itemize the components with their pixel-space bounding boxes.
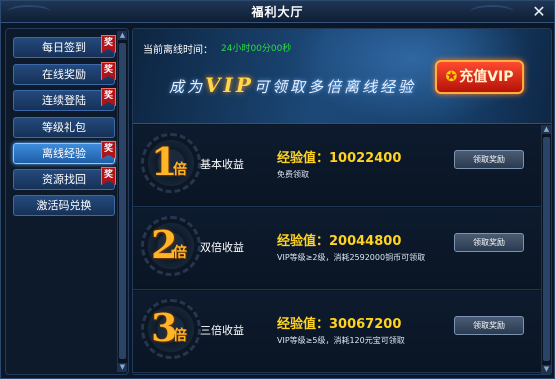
sidebar-item-offline-exp[interactable]: 离线经验 奖 bbox=[13, 141, 116, 164]
claim-condition: VIP等级≥2级，消耗2592000铜币可领取 bbox=[277, 253, 426, 262]
sidebar-scrollbar[interactable]: ▲ ▼ bbox=[117, 31, 127, 372]
claim-reward-button[interactable]: 领取奖励 bbox=[454, 316, 524, 335]
sidebar-item-daily-signin[interactable]: 每日签到 奖 bbox=[13, 35, 116, 58]
reward-badge-icon: 奖 bbox=[101, 167, 116, 185]
offline-time-value: 24小时00分00秒 bbox=[221, 44, 292, 54]
sidebar-item-label: 激活码兑换 bbox=[36, 199, 92, 212]
multiplier-unit: 倍 bbox=[173, 328, 187, 344]
sidebar-item-label: 等级礼包 bbox=[42, 121, 86, 134]
recharge-vip-label: 充值VIP bbox=[459, 69, 514, 85]
sidebar-item-consecutive-login[interactable]: 连续登陆 奖 bbox=[13, 88, 116, 111]
sidebar-item-label: 连续登陆 bbox=[42, 94, 86, 107]
reward-badge-icon: 奖 bbox=[101, 62, 116, 80]
scroll-up-icon[interactable]: ▲ bbox=[542, 125, 551, 134]
recharge-vip-button[interactable]: ✪ 充值VIP bbox=[435, 60, 524, 94]
sidebar: 每日签到 奖 在线奖励 奖 连续登陆 奖 等级礼包 离线经验 奖 资源找回 奖 … bbox=[5, 28, 129, 375]
claim-reward-button[interactable]: 领取奖励 bbox=[454, 233, 524, 252]
welfare-hall-window: 福利大厅 ✕ 每日签到 奖 在线奖励 奖 连续登陆 奖 等级礼包 离线经验 奖 … bbox=[0, 0, 555, 379]
sidebar-scroll-thumb[interactable] bbox=[119, 43, 126, 359]
reward-row: 1 倍 基本收益 经验值：10022400 免费领取 领取奖励 bbox=[133, 125, 541, 207]
reward-row: 2 倍 双倍收益 经验值：20044800 VIP等级≥2级，消耗2592000… bbox=[133, 208, 541, 290]
reward-list: 1 倍 基本收益 经验值：10022400 免费领取 领取奖励 2 倍 双倍收益… bbox=[133, 125, 541, 374]
multiplier-unit: 倍 bbox=[173, 162, 187, 178]
reward-badge-icon: 奖 bbox=[101, 88, 116, 106]
window-title: 福利大厅 bbox=[251, 5, 304, 19]
vip-banner: 当前离线时间： 24小时00分00秒 成为VIP可领取多倍离线经验 ✪ 充值VIP bbox=[133, 29, 551, 124]
reward-badge-icon: 奖 bbox=[101, 35, 116, 53]
multiplier-unit: 倍 bbox=[173, 245, 187, 261]
reward-row: 3 倍 三倍收益 经验值：30067200 VIP等级≥5级，消耗120元宝可领… bbox=[133, 291, 541, 373]
title-bar: 福利大厅 ✕ bbox=[1, 1, 554, 23]
sidebar-item-label: 在线奖励 bbox=[42, 68, 86, 81]
exp-value: 经验值：10022400 bbox=[277, 151, 402, 166]
close-icon[interactable]: ✕ bbox=[530, 3, 548, 21]
reward-scroll-thumb[interactable] bbox=[543, 137, 550, 361]
scroll-up-icon[interactable]: ▲ bbox=[118, 31, 127, 40]
slogan-prefix: 成为 bbox=[169, 78, 206, 96]
title-ornament-left bbox=[7, 5, 51, 19]
claim-reward-button[interactable]: 领取奖励 bbox=[454, 150, 524, 169]
sidebar-item-label: 离线经验 bbox=[42, 147, 86, 160]
claim-condition: 免费领取 bbox=[277, 170, 309, 179]
reward-type: 三倍收益 bbox=[200, 324, 244, 337]
sidebar-item-label: 资源找回 bbox=[42, 173, 86, 186]
reward-type: 双倍收益 bbox=[200, 241, 244, 254]
reward-badge-icon: 奖 bbox=[101, 141, 116, 159]
coin-icon: ✪ bbox=[445, 69, 458, 85]
offline-exp-panel: 当前离线时间： 24小时00分00秒 成为VIP可领取多倍离线经验 ✪ 充值VIP… bbox=[132, 28, 552, 375]
exp-value: 经验值：30067200 bbox=[277, 317, 402, 332]
sidebar-item-level-gift[interactable]: 等级礼包 bbox=[13, 117, 115, 138]
scroll-down-icon[interactable]: ▼ bbox=[542, 365, 551, 374]
scroll-down-icon[interactable]: ▼ bbox=[118, 363, 127, 372]
sidebar-item-online-reward[interactable]: 在线奖励 奖 bbox=[13, 62, 116, 85]
slogan-vip: VIP bbox=[205, 73, 254, 97]
exp-value: 经验值：20044800 bbox=[277, 234, 402, 249]
reward-list-scrollbar[interactable]: ▲ ▼ bbox=[541, 125, 551, 374]
title-ornament-right bbox=[470, 5, 514, 19]
sidebar-item-resource-recovery[interactable]: 资源找回 奖 bbox=[13, 167, 116, 190]
sidebar-item-label: 每日签到 bbox=[42, 41, 86, 54]
reward-type: 基本收益 bbox=[200, 158, 244, 171]
claim-condition: VIP等级≥5级，消耗120元宝可领取 bbox=[277, 336, 405, 345]
slogan-suffix: 可领取多倍离线经验 bbox=[253, 78, 416, 96]
offline-time-label: 当前离线时间： bbox=[143, 45, 213, 56]
banner-slogan: 成为VIP可领取多倍离线经验 bbox=[169, 73, 416, 97]
sidebar-item-activation-code[interactable]: 激活码兑换 bbox=[13, 195, 115, 216]
